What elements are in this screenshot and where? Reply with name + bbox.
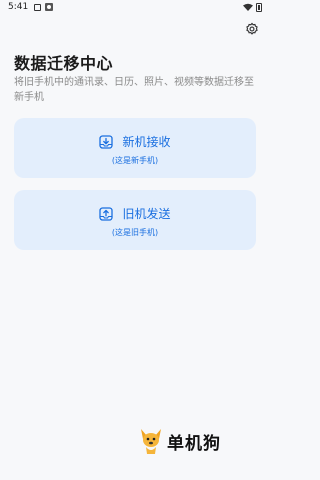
wifi-icon <box>243 3 253 11</box>
notification-box-icon <box>34 3 42 11</box>
gear-icon <box>246 22 258 35</box>
send-label: 旧机发送 <box>122 207 171 221</box>
page-subtitle: 将旧手机中的通讯录、日历、照片、视频等数据迁移至新手机 <box>14 77 254 103</box>
settings-button[interactable] <box>242 19 262 39</box>
receive-label: 新机接收 <box>122 135 171 149</box>
send-row: 旧机发送 <box>14 205 256 222</box>
receive-hint: (这是新手机) <box>111 156 159 165</box>
tray-download-icon <box>99 134 114 149</box>
page-title: 数据迁移中心 <box>14 54 114 73</box>
alert-app-icon <box>45 3 54 11</box>
status-time: 5:41 <box>8 2 29 12</box>
new-phone-receive-button[interactable]: 新机接收 (这是新手机) <box>14 118 256 178</box>
status-right <box>243 2 262 12</box>
status-bar: 5:41 <box>0 0 270 14</box>
watermark: 单机狗 <box>138 426 221 456</box>
old-phone-send-button[interactable]: 旧机发送 (这是旧手机) <box>14 190 256 250</box>
watermark-text: 单机狗 <box>167 433 221 454</box>
battery-icon <box>256 2 262 12</box>
receive-row: 新机接收 <box>14 133 256 150</box>
tray-upload-icon <box>99 206 114 221</box>
dog-mascot-icon <box>141 429 161 454</box>
screen: 5:41 数据迁移中心 将旧手机中的通讯录、日历、照片、视频等数据迁移至新手机 <box>0 0 270 480</box>
send-hint: (这是旧手机) <box>111 228 159 237</box>
